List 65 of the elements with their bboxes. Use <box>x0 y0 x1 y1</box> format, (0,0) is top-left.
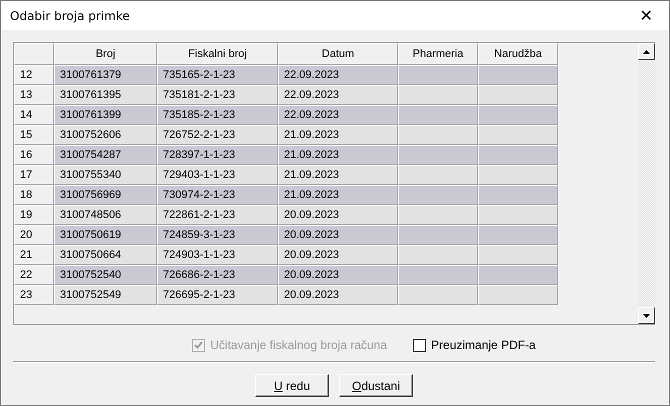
table-cell: 730974-2-1-23 <box>157 185 278 205</box>
table-cell: 735165-2-1-23 <box>157 65 278 85</box>
table-cell: 3100761399 <box>54 105 157 125</box>
scroll-down-button[interactable] <box>638 307 655 324</box>
table-cell: 22.09.2023 <box>278 65 398 85</box>
table-cell: 20.09.2023 <box>278 245 398 265</box>
scrollbar[interactable] <box>638 43 655 324</box>
table-cell: 21.09.2023 <box>278 185 398 205</box>
table-cell: 722861-2-1-23 <box>157 205 278 225</box>
table-cell: 21.09.2023 <box>278 125 398 145</box>
table-cell: 3100750664 <box>54 245 157 265</box>
table-cell: 735181-2-1-23 <box>157 85 278 105</box>
down-triangle-icon <box>643 314 650 318</box>
table-cell: 3100756969 <box>54 185 157 205</box>
table-cell: 726695-2-1-23 <box>157 285 278 305</box>
table-cell: 20.09.2023 <box>278 265 398 285</box>
table-cell: 724859-3-1-23 <box>157 225 278 245</box>
close-button[interactable]: ✕ <box>623 1 669 30</box>
row-number: 12 <box>14 65 54 85</box>
table-cell: 3100752549 <box>54 285 157 305</box>
table-cell: 21.09.2023 <box>278 165 398 185</box>
row-number: 16 <box>14 145 54 165</box>
row-number: 22 <box>14 265 54 285</box>
table-cell: 3100761379 <box>54 65 157 85</box>
row-number: 17 <box>14 165 54 185</box>
dialog-button[interactable]: U redu <box>255 374 329 397</box>
check-icon <box>194 341 204 349</box>
scroll-up-button[interactable] <box>638 43 655 60</box>
column-header[interactable]: Pharmeria <box>398 43 478 65</box>
row-number: 18 <box>14 185 54 205</box>
table-cell: 3100754287 <box>54 145 157 165</box>
table-cell: 20.09.2023 <box>278 285 398 305</box>
table-cell: 3100752606 <box>54 125 157 145</box>
table-cell: 726686-2-1-23 <box>157 265 278 285</box>
checkbox[interactable] <box>413 338 426 352</box>
row-number: 15 <box>14 125 54 145</box>
table-cell: 20.09.2023 <box>278 225 398 245</box>
column-header[interactable]: Broj <box>54 43 157 65</box>
table-cell: 3100755340 <box>54 165 157 185</box>
table-cell: 729403-1-1-23 <box>157 165 278 185</box>
table-cell: 3100748506 <box>54 205 157 225</box>
table-cell: 726752-2-1-23 <box>157 125 278 145</box>
up-triangle-icon <box>643 50 650 54</box>
table-cell: 22.09.2023 <box>278 105 398 125</box>
table-cell: 728397-1-1-23 <box>157 145 278 165</box>
row-number: 14 <box>14 105 54 125</box>
table-cell: 3100752540 <box>54 265 157 285</box>
column-header[interactable]: Narudžba <box>478 43 558 65</box>
window-title: Odabir broja primke <box>10 8 130 22</box>
table-cell: 3100761395 <box>54 85 157 105</box>
row-number: 13 <box>14 85 54 105</box>
table-cell: 22.09.2023 <box>278 85 398 105</box>
table-cell: 724903-1-1-23 <box>157 245 278 265</box>
row-number: 20 <box>14 225 54 245</box>
checkbox-option[interactable]: Preuzimanje PDF-a <box>413 338 536 352</box>
column-header[interactable]: Fiskalni broj <box>157 43 278 65</box>
table-cell: 20.09.2023 <box>278 205 398 225</box>
dialog-button[interactable]: Odustani <box>339 374 413 397</box>
table-cell: 21.09.2023 <box>278 145 398 165</box>
row-number: 21 <box>14 245 54 265</box>
table-cell: 735185-2-1-23 <box>157 105 278 125</box>
table-cell: 3100750619 <box>54 225 157 245</box>
column-header[interactable]: Datum <box>278 43 398 65</box>
row-number: 23 <box>14 285 54 305</box>
row-number: 19 <box>14 205 54 225</box>
